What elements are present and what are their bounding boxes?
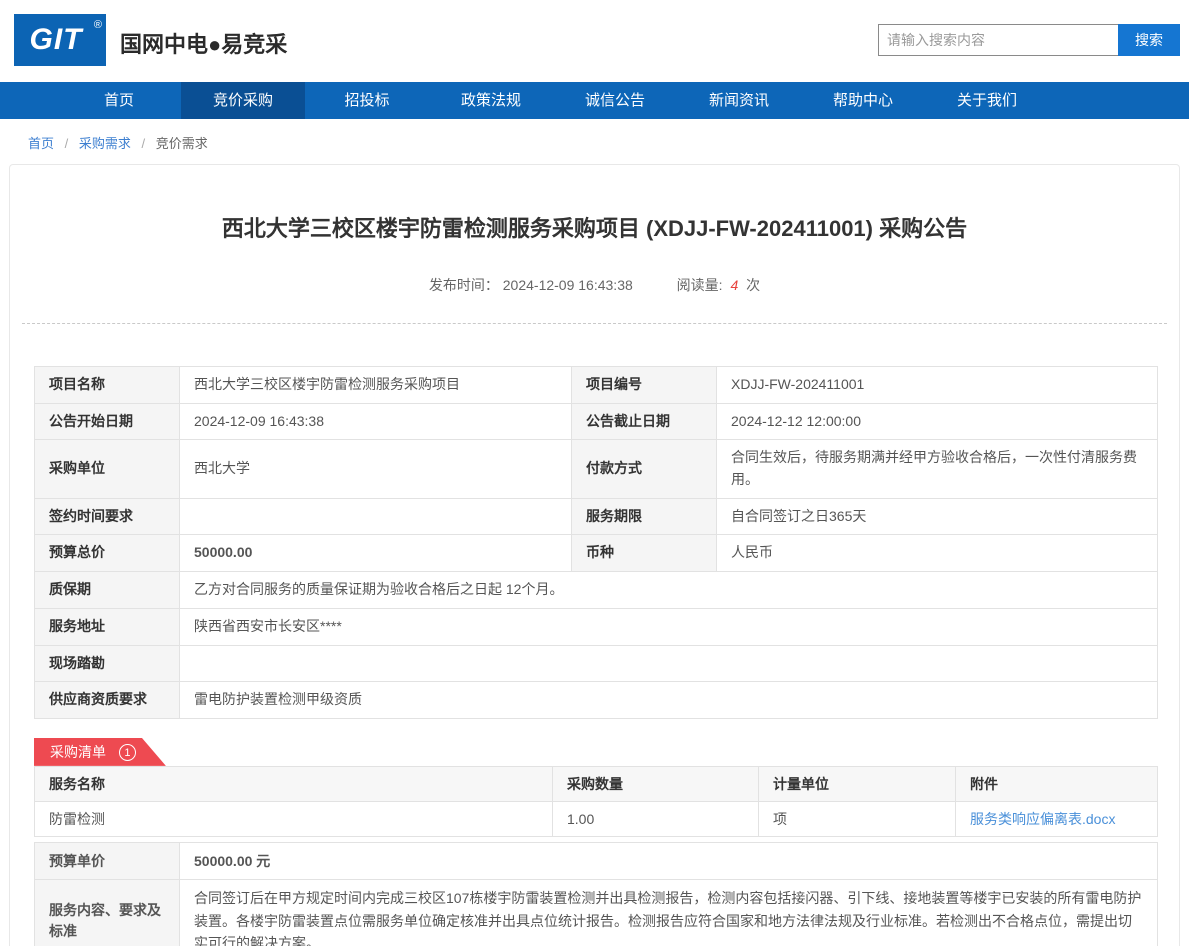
quantity-cell: 1.00 (553, 801, 759, 836)
logo-text: GIT (30, 23, 91, 56)
views-count: 4 (730, 277, 738, 293)
table-row: 签约时间要求 服务期限 自合同签订之日365天 (35, 498, 1158, 535)
project-info-table: 项目名称 西北大学三校区楼宇防雷检测服务采购项目 项目编号 XDJJ-FW-20… (34, 366, 1158, 719)
table-row: 预算总价 50000.00 币种 人民币 (35, 535, 1158, 572)
search-button[interactable]: 搜索 (1118, 24, 1180, 56)
breadcrumb-separator: / (142, 136, 146, 151)
field-value (180, 498, 572, 535)
breadcrumb-separator: / (65, 136, 69, 151)
publish-time-label: 发布时间： (429, 277, 499, 293)
ribbon-label: 采购清单 (50, 744, 106, 760)
nav-item-news[interactable]: 新闻资讯 (677, 82, 801, 119)
field-value: 雷电防护装置检测甲级资质 (180, 682, 1158, 719)
service-detail-table: 预算单价 50000.00 元 服务内容、要求及标准 合同签订后在甲方规定时间内… (34, 842, 1158, 946)
field-label: 预算总价 (35, 535, 180, 572)
search-input[interactable] (878, 24, 1118, 56)
service-name-cell: 防雷检测 (35, 801, 553, 836)
field-value: 自合同签订之日365天 (717, 498, 1158, 535)
field-value: 乙方对合同服务的质量保证期为验收合格后之日起 12个月。 (180, 572, 1158, 609)
field-label: 项目名称 (35, 367, 180, 404)
table-row: 供应商资质要求 雷电防护装置检测甲级资质 (35, 682, 1158, 719)
breadcrumb-home[interactable]: 首页 (28, 136, 54, 151)
purchase-list-table: 服务名称 采购数量 计量单位 附件 防雷检测 1.00 项 服务类响应偏离表.d… (34, 766, 1158, 837)
field-value: 西北大学三校区楼宇防雷检测服务采购项目 (180, 367, 572, 404)
attachment-link[interactable]: 服务类响应偏离表.docx (970, 811, 1115, 827)
field-label: 服务地址 (35, 608, 180, 645)
breadcrumb: 首页 / 采购需求 / 竞价需求 (0, 119, 1189, 164)
count-badge: 1 (119, 744, 136, 761)
field-label: 服务期限 (572, 498, 717, 535)
nav-item-home[interactable]: 首页 (57, 82, 181, 119)
nav-item-bidding-purchase[interactable]: 竞价采购 (181, 82, 305, 119)
field-label: 供应商资质要求 (35, 682, 180, 719)
field-label: 币种 (572, 535, 717, 572)
field-value (180, 645, 1158, 682)
site-header: GIT ® 国网中电●易竞采 搜索 (0, 0, 1189, 82)
views-unit: 次 (746, 277, 760, 293)
table-header-row: 服务名称 采购数量 计量单位 附件 (35, 766, 1158, 801)
field-value: XDJJ-FW-202411001 (717, 367, 1158, 404)
breadcrumb-purchase-demand[interactable]: 采购需求 (79, 136, 131, 151)
column-header: 采购数量 (553, 766, 759, 801)
article-meta: 发布时间： 2024-12-09 16:43:38 阅读量: 4 次 (34, 275, 1155, 295)
field-value: 合同签订后在甲方规定时间内完成三校区107栋楼宇防雷装置检测并出具检测报告，检测… (180, 880, 1158, 946)
field-label: 现场踏勘 (35, 645, 180, 682)
registered-mark-icon: ® (94, 19, 102, 31)
nav-item-help-center[interactable]: 帮助中心 (801, 82, 925, 119)
nav-item-policies[interactable]: 政策法规 (429, 82, 553, 119)
table-row: 项目名称 西北大学三校区楼宇防雷检测服务采购项目 项目编号 XDJJ-FW-20… (35, 367, 1158, 404)
column-header: 计量单位 (759, 766, 956, 801)
field-label: 质保期 (35, 572, 180, 609)
field-value: 人民币 (717, 535, 1158, 572)
table-row: 采购单位 西北大学 付款方式 合同生效后，待服务期满并经甲方验收合格后，一次性付… (35, 440, 1158, 498)
site-logo[interactable]: GIT ® (14, 14, 106, 66)
nav-item-integrity-notice[interactable]: 诚信公告 (553, 82, 677, 119)
field-label: 公告截止日期 (572, 403, 717, 440)
table-row: 质保期 乙方对合同服务的质量保证期为验收合格后之日起 12个月。 (35, 572, 1158, 609)
table-row: 服务内容、要求及标准 合同签订后在甲方规定时间内完成三校区107栋楼宇防雷装置检… (35, 880, 1158, 946)
unit-price-value: 50000.00 元 (180, 842, 1158, 879)
views-label: 阅读量: (677, 277, 723, 293)
table-row: 公告开始日期 2024-12-09 16:43:38 公告截止日期 2024-1… (35, 403, 1158, 440)
table-row: 预算单价 50000.00 元 (35, 842, 1158, 879)
search-bar: 搜索 (878, 24, 1180, 56)
field-value: 2024-12-12 12:00:00 (717, 403, 1158, 440)
purchase-list-section-header: 采购清单 1 (34, 738, 1155, 766)
field-label: 采购单位 (35, 440, 180, 498)
field-label: 预算单价 (35, 842, 180, 879)
attachment-cell: 服务类响应偏离表.docx (956, 801, 1158, 836)
main-nav: 首页 竞价采购 招投标 政策法规 诚信公告 新闻资讯 帮助中心 关于我们 (0, 82, 1189, 119)
field-label: 付款方式 (572, 440, 717, 498)
nav-item-about-us[interactable]: 关于我们 (925, 82, 1049, 119)
field-value: 陕西省西安市长安区**** (180, 608, 1158, 645)
table-row: 现场踏勘 (35, 645, 1158, 682)
field-value: 合同生效后，待服务期满并经甲方验收合格后，一次性付清服务费用。 (717, 440, 1158, 498)
table-row: 服务地址 陕西省西安市长安区**** (35, 608, 1158, 645)
column-header: 服务名称 (35, 766, 553, 801)
table-row: 防雷检测 1.00 项 服务类响应偏离表.docx (35, 801, 1158, 836)
field-label: 服务内容、要求及标准 (35, 880, 180, 946)
publish-time-value: 2024-12-09 16:43:38 (503, 277, 633, 293)
field-label: 签约时间要求 (35, 498, 180, 535)
field-label: 公告开始日期 (35, 403, 180, 440)
breadcrumb-current: 竞价需求 (156, 136, 208, 151)
budget-total-value: 50000.00 (180, 535, 572, 572)
dashed-divider (22, 323, 1167, 324)
column-header: 附件 (956, 766, 1158, 801)
purchase-list-ribbon: 采购清单 1 (34, 738, 166, 766)
site-title: 国网中电●易竞采 (120, 27, 287, 59)
field-value: 2024-12-09 16:43:38 (180, 403, 572, 440)
field-label: 项目编号 (572, 367, 717, 404)
page-title: 西北大学三校区楼宇防雷检测服务采购项目 (XDJJ-FW-202411001) … (34, 211, 1155, 243)
unit-cell: 项 (759, 801, 956, 836)
field-value: 西北大学 (180, 440, 572, 498)
nav-item-tender[interactable]: 招投标 (305, 82, 429, 119)
announcement-card: 西北大学三校区楼宇防雷检测服务采购项目 (XDJJ-FW-202411001) … (9, 164, 1180, 946)
